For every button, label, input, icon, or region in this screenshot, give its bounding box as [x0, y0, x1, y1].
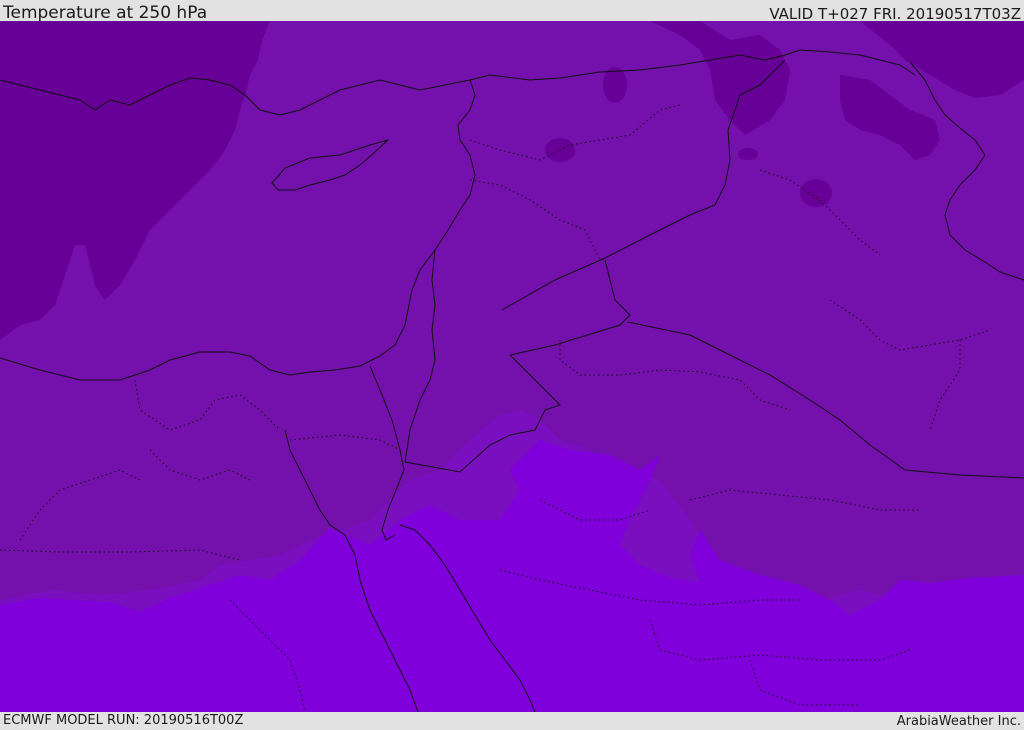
header-bar: Temperature at 250 hPa VALID T+027 FRI. …	[0, 0, 1024, 23]
footer-bar: ECMWF MODEL RUN: 20190516T00Z ArabiaWeat…	[0, 712, 1024, 729]
temperature-map	[0, 21, 1024, 712]
temp-band-coldest-blob-2	[603, 67, 627, 103]
temp-band-coldest-blob-4	[800, 179, 832, 207]
credit-label: ArabiaWeather Inc.	[896, 714, 1021, 729]
map-canvas	[0, 21, 1024, 712]
temp-band-coldest-blob-5	[738, 148, 758, 160]
model-run-label: ECMWF MODEL RUN: 20190516T00Z	[3, 713, 244, 728]
